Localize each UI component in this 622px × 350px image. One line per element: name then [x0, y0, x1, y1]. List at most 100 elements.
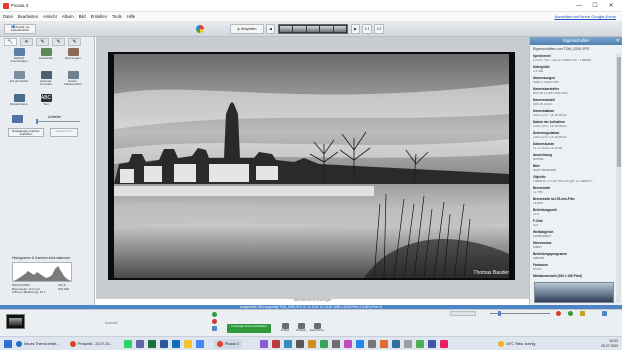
lucky-button[interactable]: Auf gut Glück!	[8, 71, 30, 83]
excel-icon[interactable]	[148, 340, 156, 348]
filmstrip-thumb[interactable]	[333, 26, 347, 32]
camera-iso: ISO 200	[58, 286, 70, 291]
fill-light-slider-knob[interactable]	[36, 119, 38, 124]
face-icon[interactable]	[556, 311, 561, 316]
prop-value: 2010:12:07 14:18:46:62	[533, 113, 567, 117]
back-to-library-button[interactable]: ◀ Zurück zur Fotoübersicht	[4, 24, 36, 34]
tab-effects3-icon[interactable]: ✎	[68, 38, 81, 46]
prev-photo-button[interactable]: ◀	[266, 24, 275, 34]
app-icon[interactable]	[344, 340, 352, 348]
filmstrip-thumb[interactable]	[293, 26, 306, 32]
app-icon[interactable]	[260, 340, 268, 348]
tab-basic-fixes-icon[interactable]: 🔧	[4, 38, 17, 46]
google-icon[interactable]	[196, 340, 204, 348]
clear-icon[interactable]	[212, 319, 217, 324]
export-button[interactable]: Exportieren	[306, 323, 328, 332]
word-icon[interactable]	[160, 340, 168, 348]
outlook-icon[interactable]	[172, 340, 180, 348]
hold-icon[interactable]	[212, 312, 217, 317]
menu-album[interactable]: Album	[62, 12, 74, 21]
prop-exposure-program: Belichtungsprogramm Manuell	[533, 252, 611, 260]
tray-thumbnail[interactable]	[6, 314, 25, 329]
auto-contrast-button[interactable]: Automat. Kontrast	[35, 71, 57, 87]
menu-bearbeiten[interactable]: Bearbeiten	[18, 12, 38, 21]
taskbar-item-picasa[interactable]: Picasa 3	[214, 339, 242, 349]
camera-values: f/22,0 ISO 200	[58, 283, 70, 291]
app-icon[interactable]	[296, 340, 304, 348]
app-icon[interactable]	[380, 340, 388, 348]
close-properties-icon[interactable]: ✕	[616, 38, 620, 44]
app-icon[interactable]	[416, 340, 424, 348]
app-icon[interactable]	[428, 340, 436, 348]
filmstrip-thumb[interactable]	[320, 26, 333, 32]
google-signin-link[interactable]: Anmelden mit Ihrem Google-Konto	[554, 12, 616, 21]
app-icon[interactable]	[368, 340, 376, 348]
windows-start-icon[interactable]	[4, 340, 12, 348]
app-icon[interactable]	[284, 340, 292, 348]
filmstrip-thumb[interactable]	[280, 26, 293, 32]
explorer-icon[interactable]	[184, 340, 192, 348]
redo-button[interactable]: Wiederholen	[50, 128, 78, 137]
properties-scrollbar[interactable]	[616, 53, 621, 303]
zoom-slider-knob[interactable]	[498, 311, 501, 316]
view-2to2-button[interactable]: 2:2	[374, 24, 384, 34]
menu-erstellen[interactable]: Erstellen	[91, 12, 107, 21]
app-icon[interactable]	[272, 340, 280, 348]
weather-widget[interactable]: 19°C Teilw. sonnig	[498, 339, 535, 349]
tab-effects2-icon[interactable]: ✎	[52, 38, 65, 46]
text-button[interactable]: ABC Text	[35, 94, 57, 106]
play-icon: ▶	[237, 27, 241, 31]
auto-color-button[interactable]: Autom. Farbkorrektur	[62, 71, 84, 87]
app-icon[interactable]	[308, 340, 316, 348]
view-mode-buttons[interactable]	[450, 311, 476, 316]
tab-effects-icon[interactable]: ✎	[36, 38, 49, 46]
filmstrip-thumb[interactable]	[306, 26, 320, 32]
app-icon[interactable]	[440, 340, 448, 348]
app-icon[interactable]	[392, 340, 400, 348]
menu-ansicht[interactable]: Ansicht	[43, 12, 57, 21]
retouch-button[interactable]: Retuschieren	[8, 94, 30, 106]
app-icon[interactable]	[356, 340, 364, 348]
crop-button[interactable]: Einfach zuschneiden	[8, 48, 30, 64]
view-1to1-button[interactable]: 1:1	[362, 24, 372, 34]
upload-google-photos-button[interactable]: In Google Fotos hochladen	[227, 324, 271, 333]
app-icon[interactable]	[320, 340, 328, 348]
straighten-label: Ausrichten	[38, 56, 54, 60]
prop-capture-date: Datum der Aufnahme 2010:12:07 14:18:46:62	[533, 120, 611, 128]
close-button[interactable]: ✕	[604, 2, 618, 10]
prop-value: sRGB	[533, 267, 542, 271]
toolbar: ◀ Zurück zur Fotoübersicht ▶ Abspielen ◀…	[0, 21, 622, 37]
menu-bild[interactable]: Bild	[79, 12, 86, 21]
taskbar-item-thema[interactable]: Neues Thema erstel...	[16, 339, 59, 349]
main-photo[interactable]: Thomas Bauder	[108, 52, 515, 280]
menu-hilfe[interactable]: Hilfe	[127, 12, 135, 21]
redeye-button[interactable]: Rote Augen	[62, 48, 84, 60]
tab-tuning-icon[interactable]: ☀	[20, 38, 33, 46]
prop-camera-model: Kameramodell NIKON D300	[533, 98, 611, 106]
picasa-logo-icon	[196, 25, 204, 33]
menu-datei[interactable]: Datei	[3, 12, 13, 21]
scrollbar-thumb[interactable]	[616, 57, 621, 167]
lucky-label: Auf gut Glück!	[9, 79, 29, 83]
undo-button[interactable]: Rückgängig machen: Aufhellen	[8, 128, 44, 137]
whatsapp-icon[interactable]	[124, 340, 132, 348]
caption-field[interactable]: Bildunterschrift hinzufügen	[96, 297, 529, 303]
maximize-button[interactable]: ☐	[588, 2, 602, 10]
app-icon[interactable]	[404, 340, 412, 348]
straighten-button[interactable]: Ausrichten	[35, 48, 57, 60]
taskbar-item-prospekt[interactable]: Prospekt - 24.07.20...	[70, 339, 112, 349]
play-label: Abspielen	[241, 27, 257, 31]
system-clock[interactable]: 10:03 25.07.2023	[588, 339, 618, 348]
next-photo-button[interactable]: ▶	[351, 24, 360, 34]
location-icon[interactable]	[568, 311, 573, 316]
fill-light-slider[interactable]	[36, 121, 80, 122]
play-slideshow-button[interactable]: ▶ Abspielen	[230, 24, 264, 34]
app-icon[interactable]	[332, 340, 340, 348]
info-icon[interactable]	[602, 311, 607, 316]
menu-tools[interactable]: Tools	[112, 12, 122, 21]
add-to-album-icon[interactable]	[212, 326, 217, 331]
tag-icon[interactable]	[580, 311, 585, 316]
filmstrip[interactable]	[278, 24, 348, 34]
teams-icon[interactable]	[136, 340, 144, 348]
minimize-button[interactable]: —	[572, 2, 586, 10]
